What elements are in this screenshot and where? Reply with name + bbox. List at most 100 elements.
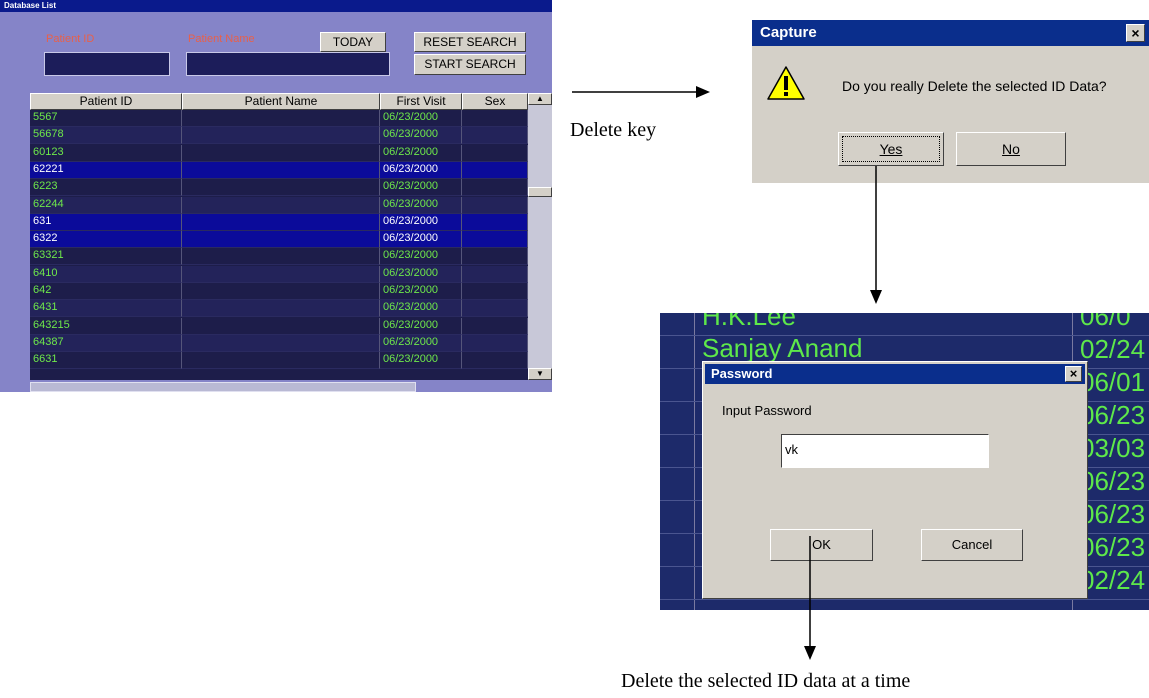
first-visit-cell: 06/23/2000	[380, 213, 462, 231]
sex-cell	[462, 317, 528, 335]
patient-name-cell	[182, 127, 380, 145]
column-header-patient-id[interactable]: Patient ID	[30, 93, 182, 110]
table-row[interactable]: 6322 06/23/2000	[30, 231, 528, 249]
patient-id-label: Patient ID	[46, 33, 95, 45]
column-header-sex[interactable]: Sex	[462, 93, 528, 110]
first-visit-cell: 06/23/2000	[380, 300, 462, 318]
first-visit-cell: 06/23/2000	[380, 334, 462, 352]
table-row[interactable]: 6410 06/23/2000	[30, 265, 528, 283]
close-icon[interactable]: ×	[1126, 24, 1145, 42]
delete-key-caption: Delete key	[570, 119, 657, 141]
yes-button-label: Yes	[879, 141, 903, 157]
table-row[interactable]: 631 06/23/2000	[30, 213, 528, 231]
background-date: 03/03	[1080, 433, 1146, 463]
patient-name-cell	[182, 161, 380, 179]
table-row[interactable]: 62221 06/23/2000	[30, 161, 528, 179]
sex-cell	[462, 127, 528, 145]
patient-name-cell	[182, 110, 380, 127]
patient-name-cell	[182, 231, 380, 249]
table-row[interactable]: 63321 06/23/2000	[30, 248, 528, 266]
patient-name-cell	[182, 352, 380, 370]
patient-id-cell: 62221	[30, 161, 182, 179]
start-search-button[interactable]: START SEARCH	[414, 54, 526, 75]
table-row[interactable]: 62244 06/23/2000	[30, 196, 528, 214]
sex-cell	[462, 334, 528, 352]
table-row[interactable]: 642 06/23/2000	[30, 283, 528, 300]
sex-cell	[462, 179, 528, 197]
first-visit-cell: 06/23/2000	[380, 144, 462, 162]
today-button[interactable]: TODAY	[320, 32, 386, 52]
table-row[interactable]: 6223 06/23/2000	[30, 179, 528, 197]
yes-button[interactable]: Yes	[838, 132, 944, 166]
patient-name-search-input[interactable]	[186, 52, 390, 76]
sex-cell	[462, 144, 528, 162]
patient-name-cell	[182, 300, 380, 318]
sex-cell	[462, 213, 528, 231]
table-row[interactable]: 6631 06/23/2000	[30, 352, 528, 370]
patient-id-cell: 6431	[30, 300, 182, 318]
cancel-button[interactable]: Cancel	[921, 529, 1023, 561]
background-date: 06/23	[1080, 532, 1146, 562]
scroll-thumb[interactable]	[528, 187, 552, 197]
first-visit-cell: 06/23/2000	[380, 127, 462, 145]
table-scrollbar[interactable]: ▲ ▼	[528, 93, 552, 380]
patient-name-cell	[182, 265, 380, 283]
patient-name-cell	[182, 179, 380, 197]
scroll-up-arrow-icon[interactable]: ▲	[528, 93, 552, 105]
reset-search-button[interactable]: RESET SEARCH	[414, 32, 526, 52]
background-date: 02/24	[1080, 334, 1146, 364]
patient-id-cell: 6631	[30, 352, 182, 370]
first-visit-cell: 06/23/2000	[380, 317, 462, 335]
table-row[interactable]: 6431 06/23/2000	[30, 300, 528, 318]
confirm-message: Do you really Delete the selected ID Dat…	[842, 78, 1107, 94]
patient-id-cell: 56678	[30, 127, 182, 145]
first-visit-cell: 06/23/2000	[380, 283, 462, 300]
table-row[interactable]: 56678 06/23/2000	[30, 127, 528, 145]
table-row[interactable]: 64387 06/23/2000	[30, 334, 528, 352]
patient-id-cell: 643215	[30, 317, 182, 335]
background-date: 06/01	[1080, 367, 1146, 397]
patient-name-label: Patient Name	[188, 33, 255, 45]
table-row[interactable]: 60123 06/23/2000	[30, 144, 528, 162]
result-caption: Delete the selected ID data at a time	[621, 670, 911, 692]
patient-name-cell	[182, 283, 380, 300]
sex-cell	[462, 196, 528, 214]
patient-id-cell: 5567	[30, 110, 182, 127]
patient-id-cell: 642	[30, 283, 182, 300]
background-date: 06/23	[1080, 466, 1146, 496]
first-visit-cell: 06/23/2000	[380, 248, 462, 266]
first-visit-cell: 06/23/2000	[380, 179, 462, 197]
first-visit-cell: 06/23/2000	[380, 231, 462, 249]
window-title: Database List	[0, 0, 552, 12]
patient-id-cell: 63321	[30, 248, 182, 266]
sex-cell	[462, 248, 528, 266]
first-visit-cell: 06/23/2000	[380, 110, 462, 127]
sex-cell	[462, 283, 528, 300]
ok-button[interactable]: OK	[770, 529, 873, 561]
horizontal-scrollbar[interactable]	[30, 382, 416, 392]
close-icon[interactable]: ×	[1065, 366, 1082, 382]
password-dialog-title: Password	[705, 364, 1085, 384]
column-header-first-visit[interactable]: First Visit	[380, 93, 462, 110]
patient-name-cell	[182, 144, 380, 162]
database-list-window: Database List Patient ID Patient Name TO…	[0, 0, 552, 392]
background-name: Sanjay Anand	[702, 333, 863, 363]
background-date: 06/0	[1080, 313, 1131, 331]
scroll-down-arrow-icon[interactable]: ▼	[528, 368, 552, 380]
password-input[interactable]: vk	[781, 434, 989, 468]
password-prompt: Input Password	[722, 403, 812, 418]
table-row[interactable]: 5567 06/23/2000	[30, 110, 528, 127]
no-button[interactable]: No	[956, 132, 1066, 166]
no-button-label: No	[1002, 141, 1020, 157]
warning-icon	[767, 66, 805, 100]
first-visit-cell: 06/23/2000	[380, 352, 462, 370]
table-row[interactable]: 643215 06/23/2000	[30, 317, 528, 335]
sex-cell	[462, 110, 528, 127]
patient-name-cell	[182, 213, 380, 231]
right-arrow-icon	[572, 86, 710, 98]
column-header-patient-name[interactable]: Patient Name	[182, 93, 380, 110]
patient-id-search-input[interactable]	[44, 52, 170, 76]
patient-id-cell: 62244	[30, 196, 182, 214]
password-dialog: Password × Input Password vk OK Cancel	[702, 361, 1088, 599]
background-name: H.K.Lee	[702, 313, 796, 331]
